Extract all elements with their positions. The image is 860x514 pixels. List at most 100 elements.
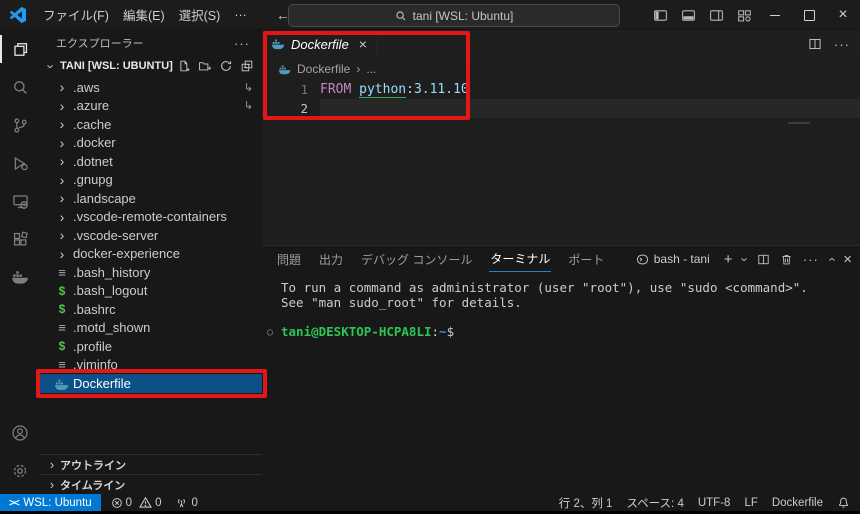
tree-item-dockerfile[interactable]: Dockerfile bbox=[40, 374, 262, 393]
prompt-colon: : bbox=[431, 324, 440, 339]
terminal-prompt: ○ tani@DESKTOP-HCPA8LI:~$ bbox=[267, 324, 860, 339]
activity-search[interactable] bbox=[0, 68, 40, 106]
tree-item-vscode-server[interactable]: › .vscode-server bbox=[40, 226, 262, 245]
explorer-section-header[interactable]: › TANI [WSL: UBUNTU] bbox=[40, 56, 262, 76]
command-decoration-icon[interactable]: ○ bbox=[267, 325, 273, 340]
kill-terminal-icon[interactable] bbox=[780, 253, 793, 266]
menu-file[interactable]: ファイル(F) bbox=[36, 2, 116, 27]
tree-item-gnupg[interactable]: › .gnupg bbox=[40, 171, 262, 190]
terminal[interactable]: To run a command as administrator (user … bbox=[262, 272, 860, 339]
line-number: 2 bbox=[300, 101, 308, 116]
refresh-icon[interactable] bbox=[219, 59, 233, 73]
toggle-sidebar-icon[interactable] bbox=[646, 0, 674, 30]
activity-docker[interactable] bbox=[0, 258, 40, 296]
code-area[interactable]: 1 FROM python:3.11.10 2 bbox=[262, 80, 860, 124]
language-mode[interactable]: Dockerfile bbox=[772, 497, 823, 509]
tree-item-vscode-remote-containers[interactable]: › .vscode-remote-containers bbox=[40, 208, 262, 227]
activity-extensions[interactable] bbox=[0, 220, 40, 258]
docker-whale-icon bbox=[278, 64, 291, 74]
prompt-symbol: $ bbox=[446, 324, 455, 339]
cursor-position[interactable]: 行 2、列 1 bbox=[559, 495, 613, 511]
activity-remote-explorer[interactable] bbox=[0, 182, 40, 220]
toggle-panel-icon[interactable] bbox=[674, 0, 702, 30]
window-minimize-button[interactable] bbox=[758, 0, 792, 30]
encoding[interactable]: UTF-8 bbox=[698, 497, 731, 509]
tree-item-bash-logout[interactable]: $ .bash_logout bbox=[40, 282, 262, 301]
customize-layout-icon[interactable] bbox=[730, 0, 758, 30]
tree-item-motd-shown[interactable]: ≡ .motd_shown bbox=[40, 319, 262, 338]
menu-selection[interactable]: 選択(S) bbox=[172, 2, 228, 27]
remote-indicator[interactable]: >< WSL: Ubuntu bbox=[0, 494, 101, 511]
tree-item-docker[interactable]: › .docker bbox=[40, 134, 262, 153]
maximize-panel-icon[interactable]: › bbox=[824, 257, 839, 261]
tree-item-cache[interactable]: › .cache bbox=[40, 115, 262, 134]
search-icon bbox=[13, 80, 27, 94]
menu-edit[interactable]: 編集(E) bbox=[116, 2, 172, 27]
docker-whale-icon bbox=[271, 39, 285, 50]
panel-tab-problems[interactable]: 問題 bbox=[276, 247, 302, 272]
breadcrumb[interactable]: Dockerfile › ... bbox=[262, 58, 860, 80]
terminal-session[interactable]: bash - tani bbox=[636, 252, 710, 266]
timeline-section[interactable]: › タイムライン bbox=[40, 474, 262, 494]
panel-more-actions-icon[interactable]: ··· bbox=[803, 252, 819, 267]
new-file-icon[interactable] bbox=[177, 59, 191, 73]
vscode-logo-icon bbox=[10, 6, 26, 23]
terminal-output-line: See "man sudo_root" for details. bbox=[281, 295, 522, 310]
tree-item-aws[interactable]: › .aws ↳ bbox=[40, 78, 262, 97]
tab-close-icon[interactable]: × bbox=[359, 36, 367, 52]
remote-label: WSL: Ubuntu bbox=[23, 496, 92, 509]
breadcrumb-separator: › bbox=[356, 62, 361, 76]
command-center-search[interactable]: tani [WSL: Ubuntu] bbox=[288, 4, 620, 27]
tree-item-profile[interactable]: $ .profile bbox=[40, 337, 262, 356]
window-maximize-button[interactable] bbox=[792, 0, 826, 30]
activity-settings[interactable] bbox=[0, 452, 40, 490]
editor: Dockerfile × ··· Dockerfile › ... 1 FROM… bbox=[262, 30, 860, 245]
notifications-bell-icon[interactable] bbox=[837, 496, 850, 509]
indentation[interactable]: スペース: 4 bbox=[626, 495, 683, 511]
title-bar: ファイル(F) 編集(E) 選択(S) ··· ← → tani [WSL: U… bbox=[0, 0, 860, 30]
activity-explorer[interactable] bbox=[0, 30, 40, 68]
tree-item-bash-history[interactable]: ≡ .bash_history bbox=[40, 263, 262, 282]
terminal-icon bbox=[636, 254, 648, 264]
panel-tab-ports[interactable]: ポート bbox=[567, 247, 605, 272]
activity-run-debug[interactable] bbox=[0, 144, 40, 182]
tree-item-dotnet[interactable]: › .dotnet bbox=[40, 152, 262, 171]
panel-tab-output[interactable]: 出力 bbox=[318, 247, 344, 272]
docker-whale-icon bbox=[54, 375, 70, 392]
terminal-dropdown-icon[interactable]: › bbox=[737, 257, 752, 261]
breadcrumb-file[interactable]: Dockerfile bbox=[297, 62, 350, 76]
activity-bar bbox=[0, 30, 40, 494]
split-terminal-icon[interactable] bbox=[757, 253, 770, 266]
panel-header: 問題 出力 デバッグ コンソール ターミナル ポート bash - tani +… bbox=[262, 246, 860, 272]
chevron-down-icon: › bbox=[43, 63, 59, 69]
explorer-sidebar: エクスプローラー ··· › TANI [WSL: UBUNTU] › .aws ↳… bbox=[40, 30, 262, 494]
explorer-more-actions-icon[interactable]: ··· bbox=[234, 36, 250, 51]
editor-more-actions-icon[interactable]: ··· bbox=[834, 37, 850, 52]
outline-section[interactable]: › アウトライン bbox=[40, 454, 262, 474]
tree-item-azure[interactable]: › .azure ↳ bbox=[40, 97, 262, 116]
close-panel-icon[interactable]: × bbox=[843, 251, 852, 268]
account-icon bbox=[12, 425, 28, 441]
tree-item-landscape[interactable]: › .landscape bbox=[40, 189, 262, 208]
collapse-all-icon[interactable] bbox=[240, 59, 254, 73]
tree-item-viminfo[interactable]: ≡ .viminfo bbox=[40, 356, 262, 375]
eol-sequence[interactable]: LF bbox=[744, 497, 757, 509]
ports-indicator[interactable]: 0 bbox=[175, 496, 198, 509]
problems-indicator[interactable]: 0 0 bbox=[111, 496, 161, 509]
panel-tab-debug-console[interactable]: デバッグ コンソール bbox=[360, 247, 473, 272]
text-file-icon: ≡ bbox=[58, 357, 66, 373]
breadcrumb-more[interactable]: ... bbox=[366, 62, 376, 76]
tab-dockerfile[interactable]: Dockerfile × bbox=[262, 30, 377, 58]
split-editor-icon[interactable] bbox=[808, 37, 822, 51]
new-terminal-icon[interactable]: + bbox=[724, 251, 733, 268]
window-close-button[interactable]: × bbox=[826, 0, 860, 30]
error-count: 0 bbox=[125, 496, 133, 509]
activity-source-control[interactable] bbox=[0, 106, 40, 144]
tree-item-docker-experience[interactable]: › docker-experience bbox=[40, 245, 262, 264]
menu-more[interactable]: ··· bbox=[227, 5, 254, 25]
panel-tab-terminal[interactable]: ターミナル bbox=[489, 247, 552, 272]
new-folder-icon[interactable] bbox=[198, 59, 212, 73]
activity-account[interactable] bbox=[0, 414, 40, 452]
toggle-secondary-sidebar-icon[interactable] bbox=[702, 0, 730, 30]
tree-item-bashrc[interactable]: $ .bashrc bbox=[40, 300, 262, 319]
